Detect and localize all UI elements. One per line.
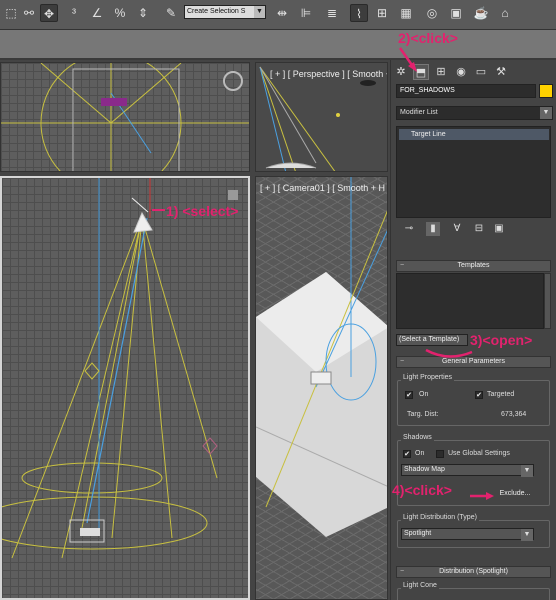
light-cone-group <box>397 588 550 600</box>
chevron-down-icon: ▼ <box>540 107 552 119</box>
light-properties-title: Light Properties <box>401 374 455 381</box>
targ-dist-label: Targ. Dist: <box>407 411 439 418</box>
general-parameters-label: General Parameters <box>441 358 506 365</box>
object-name-field[interactable]: FOR_SHADOWS <box>396 84 536 98</box>
edit-named-sets-icon[interactable]: ✎ <box>162 4 180 22</box>
light-on-label: On <box>419 391 429 398</box>
render-setup-icon[interactable]: ◎ <box>423 4 441 22</box>
modify-tab-icon[interactable]: ⬒ <box>413 64 429 80</box>
percent-snap-icon[interactable]: % <box>111 4 129 22</box>
viewport-top[interactable] <box>0 62 250 172</box>
link-icon[interactable]: ⚯ <box>20 4 38 22</box>
stack-item-target-line[interactable]: Target Line <box>399 129 549 140</box>
light-distribution-dropdown[interactable]: Spotlight ▼ <box>401 528 534 541</box>
step1-annotation: 1) <select> <box>166 203 239 219</box>
light-distribution-title: Light Distribution (Type) <box>401 514 479 521</box>
command-panel: ✲ ⬒ ⊞ ◉ ▭ ⚒ FOR_SHADOWS Modifier List ▼ … <box>390 60 556 600</box>
templates-scrollbar[interactable] <box>544 273 551 329</box>
pin-stack-icon[interactable]: ⊸ <box>402 222 416 236</box>
collapse-icon: − <box>400 568 405 575</box>
named-selection-dropdown[interactable]: Create Selection S ▼ <box>184 5 266 19</box>
select-region-icon[interactable]: ⬚ <box>2 4 20 22</box>
motion-tab-icon[interactable]: ◉ <box>453 64 469 80</box>
light-distribution-value: Spotlight <box>404 530 432 537</box>
chevron-down-icon: ▼ <box>521 529 533 541</box>
collapse-icon: − <box>400 358 405 365</box>
templates-rollout-title[interactable]: − Templates <box>396 260 551 272</box>
use-global-label: Use Global Settings <box>448 450 510 457</box>
step2-annotation: 2)<click> <box>398 30 458 46</box>
chevron-down-icon: ▼ <box>254 6 265 18</box>
snap-3d-icon[interactable]: ³ <box>65 4 83 22</box>
viewport-front-active[interactable] <box>0 176 250 600</box>
angle-snap-icon[interactable]: ∠ <box>88 4 106 22</box>
viewport-perspective-scene <box>259 66 376 171</box>
modifier-list-label: Modifier List <box>400 109 438 116</box>
exclude-button[interactable]: Exclude... <box>491 488 539 500</box>
modifier-list-dropdown[interactable]: Modifier List ▼ <box>396 106 553 120</box>
material-editor-icon[interactable]: ▦ <box>397 4 415 22</box>
schematic-view-icon[interactable]: ⊞ <box>373 4 391 22</box>
align-icon[interactable]: ⊫ <box>297 4 315 22</box>
move-icon[interactable]: ✥ <box>40 4 58 22</box>
curve-editor-icon[interactable]: ⌇ <box>350 4 368 22</box>
modifier-stack[interactable]: Target Line <box>396 126 551 218</box>
viewport-camera[interactable]: [ + ] [ Camera01 ] [ Smooth + H <box>255 176 388 600</box>
make-unique-icon[interactable]: ∀ <box>450 222 464 236</box>
step4-annotation: 4)<click> <box>392 482 452 498</box>
main-toolbar: ⬚ ⚯ ✥ ³ ∠ % ⇕ ✎ Create Selection S ▼ ⇹ ⊫… <box>0 0 556 30</box>
targ-dist-value: 673,364 <box>501 411 527 418</box>
shadows-on-label: On <box>415 450 425 457</box>
viewport-perspective-label[interactable]: [ + ] [ Perspective ] [ Smooth + H <box>270 69 387 79</box>
collapse-icon: − <box>400 262 405 269</box>
utilities-tab-icon[interactable]: ⚒ <box>493 64 509 80</box>
targeted-checkbox[interactable]: ✔ <box>475 391 483 399</box>
light-cone-title: Light Cone <box>401 582 439 589</box>
use-global-checkbox[interactable] <box>436 450 444 458</box>
step3-annotation: 3)<open> <box>470 332 533 348</box>
render-icon[interactable]: ☕ <box>472 4 490 22</box>
shadows-on-checkbox[interactable]: ✔ <box>403 450 411 458</box>
remove-modifier-icon[interactable]: ⊟ <box>472 222 486 236</box>
create-tab-icon[interactable]: ✲ <box>393 64 409 80</box>
viewport-front-scene <box>2 178 238 559</box>
chevron-down-icon: ▼ <box>521 465 533 477</box>
mirror-icon[interactable]: ⇹ <box>273 4 291 22</box>
viewport-perspective[interactable]: [ + ] [ Perspective ] [ Smooth + H <box>255 62 388 172</box>
distribution-spotlight-label: Distribution (Spotlight) <box>439 568 508 575</box>
templates-title-label: Templates <box>457 262 490 269</box>
distribution-spotlight-rollout-title[interactable]: − Distribution (Spotlight) <box>396 566 551 578</box>
configure-sets-icon[interactable]: ▣ <box>492 222 506 236</box>
ribbon-strip <box>0 30 556 60</box>
viewport-camera-scene <box>256 177 387 537</box>
named-selection-value: Create Selection S <box>187 8 246 15</box>
shadow-type-dropdown[interactable]: Shadow Map ▼ <box>401 464 534 477</box>
viewport-camera-label[interactable]: [ + ] [ Camera01 ] [ Smooth + H <box>260 183 385 193</box>
light-on-checkbox[interactable]: ✔ <box>405 391 413 399</box>
select-template-dropdown[interactable]: (Select a Template) <box>396 334 468 346</box>
rendered-frame-icon[interactable]: ▣ <box>447 4 465 22</box>
targeted-label: Targeted <box>487 391 515 398</box>
object-color-swatch[interactable] <box>539 84 553 98</box>
layer-manager-icon[interactable]: ≣ <box>323 4 341 22</box>
stack-toolbar: ⊸ ▮ ∀ ⊟ ▣ <box>396 222 551 238</box>
viewport-top-scene <box>1 63 249 171</box>
hierarchy-tab-icon[interactable]: ⊞ <box>433 64 449 80</box>
general-parameters-rollout-title[interactable]: − General Parameters <box>396 356 551 368</box>
templates-list[interactable] <box>396 273 544 329</box>
show-end-result-icon[interactable]: ▮ <box>426 222 440 236</box>
shadow-type-value: Shadow Map <box>404 466 445 473</box>
render-production-icon[interactable]: ⌂ <box>496 4 514 22</box>
shadows-title: Shadows <box>401 434 434 441</box>
display-tab-icon[interactable]: ▭ <box>473 64 489 80</box>
spinner-snap-icon[interactable]: ⇕ <box>134 4 152 22</box>
light-properties-group <box>397 380 550 426</box>
